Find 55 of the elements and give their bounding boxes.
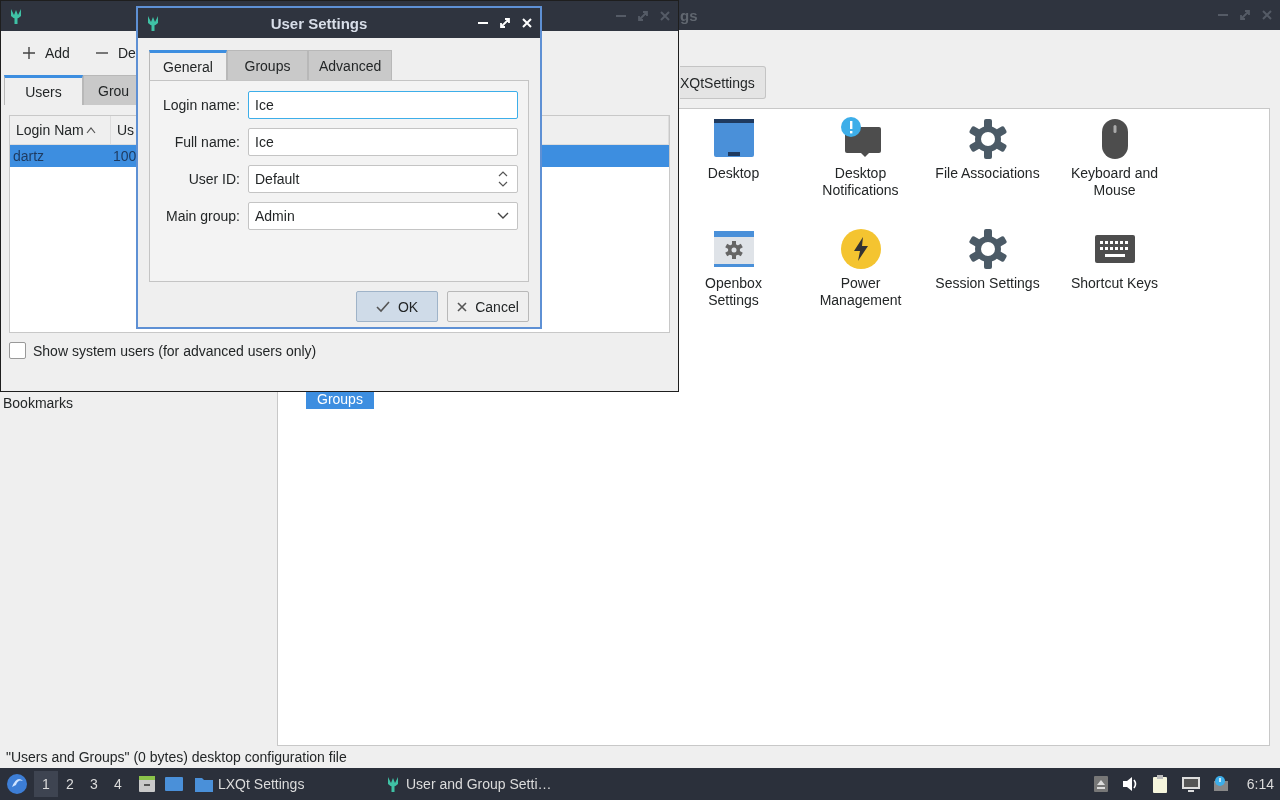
settings-item-label[interactable]: Desktop Notifications <box>806 165 915 199</box>
notification-icon[interactable] <box>1212 775 1229 793</box>
settings-item-label[interactable]: Shortcut Keys <box>1070 275 1159 292</box>
close-icon <box>457 301 468 312</box>
tab[interactable]: Groups <box>227 50 308 80</box>
checkbox[interactable] <box>9 342 26 359</box>
desktop-switch[interactable]: 3 <box>82 771 106 797</box>
field-label: Login name: <box>161 96 240 115</box>
maximize-icon[interactable] <box>498 16 512 30</box>
column-header[interactable]: Login Nam <box>10 116 111 144</box>
dialog-title: User Settings <box>269 14 369 32</box>
clipboard-icon[interactable] <box>1150 774 1169 794</box>
input-field[interactable]: Ice <box>248 91 518 119</box>
tab[interactable]: Users <box>4 75 83 105</box>
close-icon[interactable] <box>520 16 534 30</box>
dropdown[interactable]: Admin <box>248 202 518 230</box>
settings-item-label[interactable]: Openbox Settings <box>679 275 788 309</box>
status-text: "Users and Groups" (0 bytes) desktop configuration file <box>5 748 348 767</box>
start-menu-icon[interactable] <box>6 773 28 795</box>
sort-caret-icon <box>85 126 96 134</box>
screen-icon[interactable] <box>164 774 184 794</box>
lightning-icon[interactable] <box>838 227 883 271</box>
plus-icon <box>23 47 35 59</box>
desktop-switch[interactable]: 4 <box>106 771 130 797</box>
spin-box[interactable]: Default <box>248 165 518 193</box>
input-field[interactable]: Ice <box>248 128 518 156</box>
taskbar-button[interactable]: User and Group Setti… <box>380 770 570 798</box>
field-label: Full name: <box>173 133 240 152</box>
settings-item-label[interactable]: Power Management <box>806 275 915 309</box>
checkbox-label: Show system users (for advanced users only) <box>33 342 317 359</box>
cabinet-icon[interactable] <box>137 774 157 794</box>
clock: 6:14 <box>1246 776 1274 792</box>
field-label: User ID: <box>187 170 240 189</box>
field-label: Main group: <box>165 207 240 226</box>
volume-icon[interactable] <box>1120 775 1139 793</box>
sidebar-item[interactable]: Bookmarks <box>3 394 74 412</box>
spin-arrows-icon <box>497 169 509 189</box>
settings-item-label[interactable]: File Associations <box>935 165 1040 182</box>
taskbar-button[interactable]: LXQt Settings <box>190 770 380 798</box>
monitor-icon[interactable] <box>1180 775 1201 793</box>
settings-item-label[interactable]: Session Settings <box>935 275 1040 292</box>
check-icon <box>375 300 390 313</box>
tab[interactable]: General <box>149 50 227 80</box>
folder-icon <box>194 775 214 793</box>
ok-button[interactable]: OK <box>356 291 438 322</box>
settings-item-label[interactable]: Keyboard and Mouse <box>1060 165 1169 199</box>
tab[interactable]: Advanced <box>308 50 393 80</box>
desktop-switch[interactable]: 2 <box>58 771 82 797</box>
remove-button[interactable]: De <box>93 43 138 63</box>
add-button[interactable]: Add <box>21 43 72 63</box>
chevron-down-icon <box>497 212 509 220</box>
path-button[interactable]: XQtSettings <box>680 66 766 99</box>
desktop-switch[interactable]: 1 <box>34 771 58 797</box>
settings-item-label[interactable]: Desktop <box>707 165 760 182</box>
cancel-button[interactable]: Cancel <box>447 291 529 322</box>
